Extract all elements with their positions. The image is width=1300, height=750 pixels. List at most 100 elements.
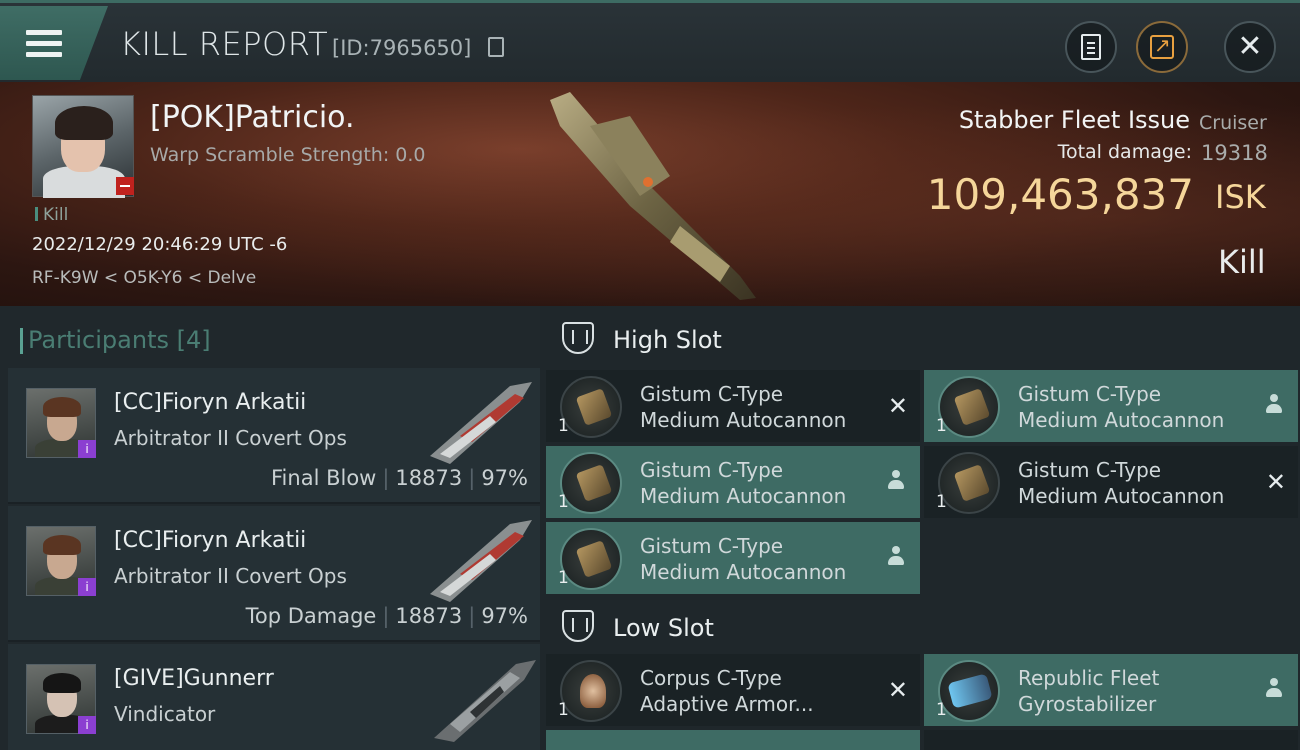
destroyed-icon: ✕ [887, 676, 908, 704]
share-icon [1150, 33, 1174, 59]
isk-unit: ISK [1215, 178, 1266, 216]
kill-timestamp: 2022/12/29 20:46:29 UTC -6 [32, 234, 288, 255]
participant-stats: Final Blow | 18873 | 97% [271, 466, 528, 490]
module-item[interactable]: 1 Corpus C-Type Adaptive Armor... ✕ [546, 654, 920, 726]
participant-name[interactable]: [CC]Fioryn Arkatii [114, 528, 306, 553]
participant-name[interactable]: [GIVE]Gunnerr [114, 666, 274, 691]
module-item-partial[interactable] [546, 730, 920, 750]
victim-ship-class: Cruiser [1199, 112, 1267, 134]
participant-ship: Arbitrator II Covert Ops [114, 426, 347, 450]
armor-hardener-icon [560, 660, 622, 722]
close-button[interactable]: ✕ [1224, 21, 1276, 73]
header-bar: KILL REPORT [ID:7965650] ✕ [0, 0, 1300, 82]
clipboard-icon [1081, 34, 1101, 60]
destroyed-icon: ✕ [887, 392, 908, 420]
victim-ship-name[interactable]: Stabber Fleet Issue [959, 106, 1190, 134]
report-id: [ID:7965650] [332, 36, 472, 60]
dropped-person-icon [1266, 678, 1282, 698]
autocannon-icon [938, 376, 1000, 438]
participants-label: Participants [28, 326, 169, 354]
fitting-panel: High Slot 1 Gistum C-Type Medium Autocan… [540, 306, 1300, 750]
participant-ship-image [434, 660, 536, 742]
low-slot-label: Low Slot [613, 614, 714, 642]
participant-role: Top Damage [245, 604, 377, 628]
corp-badge-icon [116, 177, 134, 195]
participant-row[interactable]: i [CC]Fioryn Arkatii Arbitrator II Cover… [8, 506, 540, 642]
participant-row[interactable]: i [GIVE]Gunnerr Vindicator [8, 644, 540, 750]
high-slot-icon [562, 322, 594, 354]
module-name: Gistum C-Type [640, 458, 784, 482]
module-quantity: 1 [936, 416, 947, 436]
hamburger-icon [26, 30, 62, 58]
module-name: Gistum C-Type [1018, 382, 1162, 406]
participant-percent: 97% [481, 604, 528, 628]
clipboard-button[interactable] [1065, 21, 1117, 73]
menu-button[interactable] [0, 6, 108, 80]
dropped-person-icon [888, 546, 904, 566]
module-item[interactable]: 1 Gistum C-Type Medium Autocannon [924, 370, 1298, 442]
module-name-line2: Medium Autocannon [1018, 408, 1225, 432]
isk-value: 109,463,837 [926, 170, 1194, 219]
share-button[interactable] [1136, 21, 1188, 73]
info-icon[interactable]: i [78, 716, 96, 734]
participant-percent: 97% [481, 466, 528, 490]
module-quantity: 1 [558, 416, 569, 436]
total-damage-label: Total damage: [1057, 141, 1192, 163]
dropped-person-icon [888, 470, 904, 490]
participant-stats: Top Damage | 18873 | 97% [245, 604, 528, 628]
module-name: Republic Fleet [1018, 666, 1160, 690]
participant-damage: 18873 [395, 604, 463, 628]
info-icon[interactable]: i [78, 578, 96, 596]
participant-ship: Arbitrator II Covert Ops [114, 564, 347, 588]
participant-damage: 18873 [395, 466, 463, 490]
total-damage-value: 19318 [1201, 141, 1268, 165]
module-name: Gistum C-Type [640, 382, 784, 406]
module-quantity: 1 [936, 700, 947, 720]
module-quantity: 1 [558, 568, 569, 588]
high-slot-label: High Slot [613, 326, 722, 354]
module-name: Gistum C-Type [1018, 458, 1162, 482]
victim-ship-image[interactable] [530, 86, 770, 304]
module-quantity: 1 [558, 492, 569, 512]
kill-tag: Kill [35, 205, 68, 225]
participant-name[interactable]: [CC]Fioryn Arkatii [114, 390, 306, 415]
high-slot-header: High Slot [540, 306, 1300, 366]
module-name-line2: Adaptive Armor... [640, 692, 814, 716]
participants-panel: Participants [4] i [CC]Fioryn Arkatii Ar… [0, 306, 540, 750]
low-slot-header: Low Slot [540, 594, 1300, 654]
victim-banner: [POK]Patricio. Warp Scramble Strength: 0… [0, 82, 1300, 306]
autocannon-icon [560, 376, 622, 438]
module-item[interactable]: 1 Gistum C-Type Medium Autocannon ✕ [546, 370, 920, 442]
close-icon: ✕ [1237, 29, 1263, 64]
page-title: KILL REPORT [120, 25, 329, 63]
module-name-line2: Medium Autocannon [640, 560, 847, 584]
module-name: Corpus C-Type [640, 666, 782, 690]
participant-ship: Vindicator [114, 702, 216, 726]
participant-row[interactable]: i [CC]Fioryn Arkatii Arbitrator II Cover… [8, 368, 540, 504]
module-item[interactable]: 1 Gistum C-Type Medium Autocannon [546, 446, 920, 518]
module-item[interactable]: 1 Gistum C-Type Medium Autocannon ✕ [924, 446, 1298, 518]
module-name-line2: Gyrostabilizer [1018, 692, 1157, 716]
dropped-person-icon [1266, 394, 1282, 414]
module-name-line2: Medium Autocannon [640, 408, 847, 432]
participants-title: Participants [4] [20, 326, 211, 354]
module-item[interactable]: 1 Gistum C-Type Medium Autocannon [546, 522, 920, 594]
autocannon-icon [938, 452, 1000, 514]
gyrostabilizer-icon [938, 660, 1000, 722]
module-name: Gistum C-Type [640, 534, 784, 558]
module-quantity: 1 [558, 700, 569, 720]
result-label: Kill [1218, 243, 1266, 281]
victim-name[interactable]: [POK]Patricio. [150, 100, 355, 135]
autocannon-icon [560, 452, 622, 514]
module-item-partial[interactable] [924, 730, 1298, 750]
autocannon-icon [560, 528, 622, 590]
info-icon[interactable]: i [78, 440, 96, 458]
participants-count: [4] [176, 326, 211, 354]
kill-location[interactable]: RF-K9W < O5K-Y6 < Delve [32, 268, 256, 288]
warp-scramble-strength: Warp Scramble Strength: 0.0 [150, 144, 426, 166]
module-item[interactable]: 1 Republic Fleet Gyrostabilizer [924, 654, 1298, 726]
module-name-line2: Medium Autocannon [640, 484, 847, 508]
participant-ship-image [430, 520, 532, 602]
module-name-line2: Medium Autocannon [1018, 484, 1225, 508]
copy-icon[interactable] [488, 37, 504, 57]
